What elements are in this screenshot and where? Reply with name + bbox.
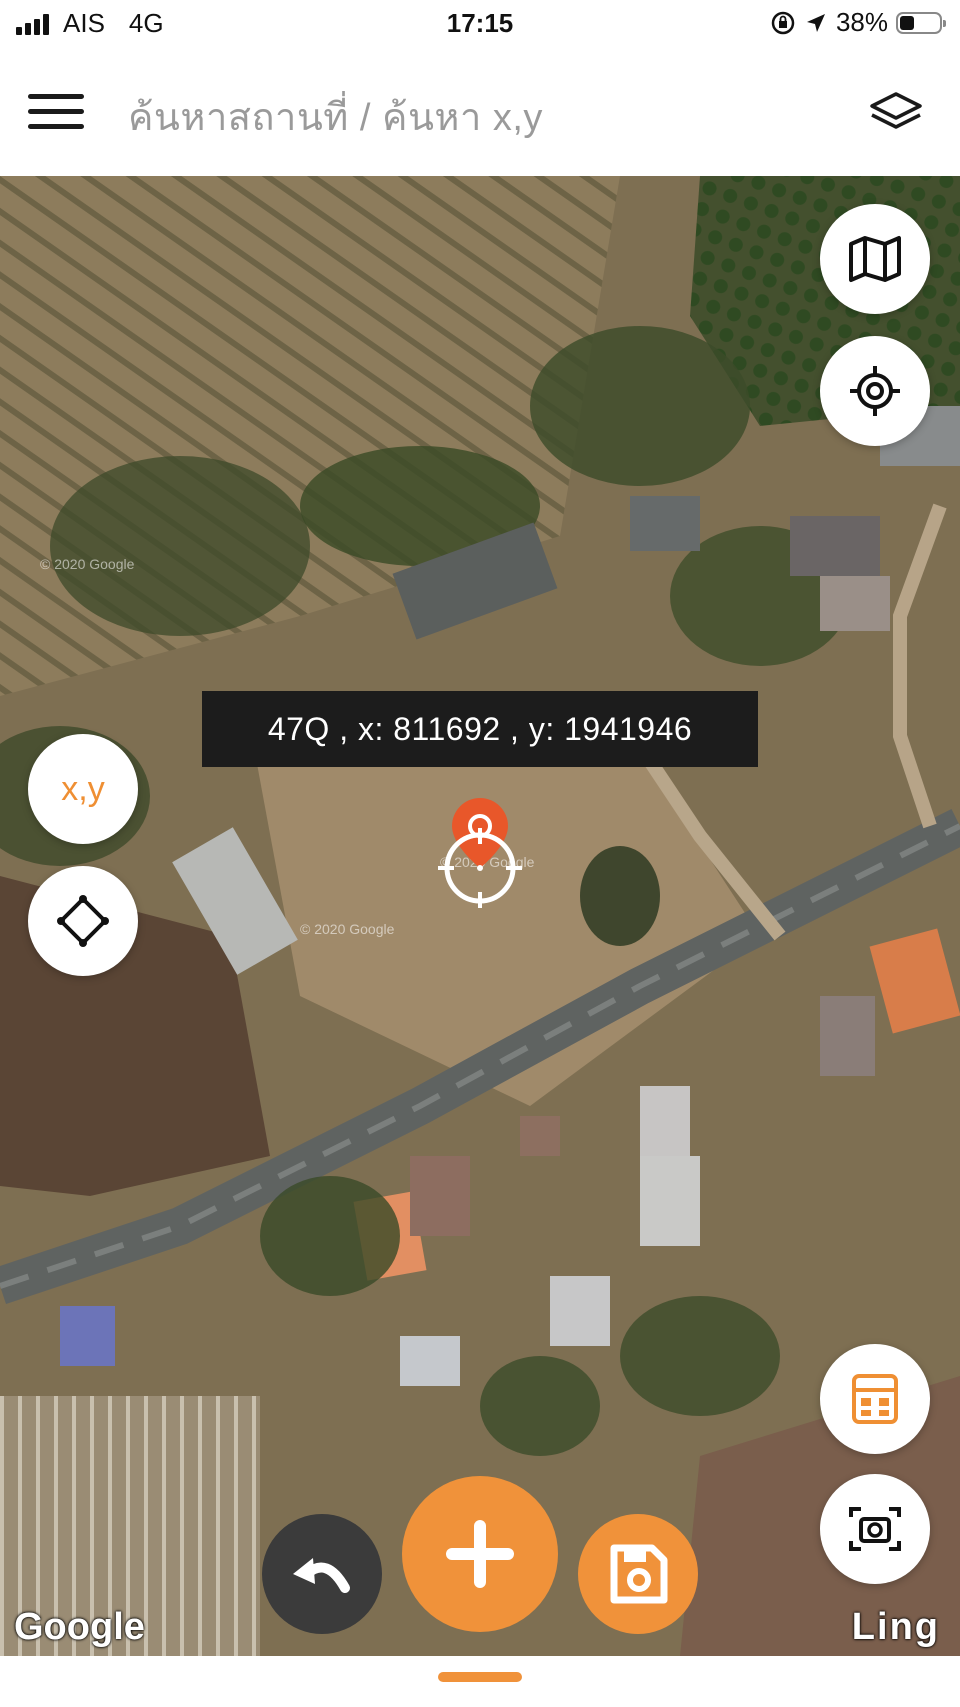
screenshot-button[interactable] bbox=[820, 1474, 930, 1584]
google-logo: Google bbox=[14, 1606, 145, 1648]
polygon-tool-button[interactable] bbox=[28, 866, 138, 976]
bottom-sheet bbox=[0, 1656, 960, 1707]
satellite-map[interactable]: © 2020 Google © 2020 Google © 2020 Googl… bbox=[0, 176, 960, 1656]
map-type-button[interactable] bbox=[820, 204, 930, 314]
save-button[interactable] bbox=[578, 1514, 698, 1634]
status-bar: AIS 4G 17:15 38% bbox=[0, 0, 960, 50]
hamburger-menu-icon[interactable] bbox=[28, 90, 84, 134]
map-watermark: © 2020 Google bbox=[40, 556, 135, 572]
layers-icon[interactable] bbox=[866, 88, 926, 138]
crosshair-icon bbox=[850, 366, 900, 416]
xy-button-label: x,y bbox=[61, 769, 105, 808]
battery-fill bbox=[900, 15, 914, 30]
add-point-button[interactable] bbox=[402, 1476, 558, 1632]
undo-icon bbox=[293, 1558, 350, 1593]
plus-icon bbox=[446, 1520, 514, 1588]
page-title: ค้นหาสถานที่ / ค้นหา x,y bbox=[128, 97, 543, 139]
calculator-icon bbox=[852, 1374, 898, 1424]
rotation-lock-icon bbox=[771, 11, 795, 34]
screenshot-icon bbox=[849, 1507, 901, 1551]
calculator-button[interactable] bbox=[820, 1344, 930, 1454]
location-arrow-icon bbox=[806, 13, 825, 32]
polygon-icon bbox=[57, 895, 109, 947]
map-icon bbox=[849, 236, 901, 282]
brand-logo: Ling bbox=[851, 1606, 940, 1648]
battery-icon bbox=[896, 11, 946, 34]
undo-button[interactable] bbox=[262, 1514, 382, 1634]
map-watermark: © 2020 Google bbox=[300, 921, 395, 937]
xy-search-button[interactable]: x,y bbox=[28, 734, 138, 844]
location-pin-icon[interactable] bbox=[430, 788, 530, 908]
satellite-imagery bbox=[0, 176, 960, 1656]
app-header: ค้นหาสถานที่ / ค้นหา x,y bbox=[0, 50, 960, 177]
sheet-handle[interactable] bbox=[438, 1672, 522, 1682]
status-right: 38% bbox=[770, 7, 946, 38]
battery-percent: 38% bbox=[835, 7, 888, 37]
save-icon bbox=[610, 1544, 668, 1604]
coordinate-readout: 47Q , x: 811692 , y: 1941946 bbox=[202, 691, 758, 767]
my-location-button[interactable] bbox=[820, 336, 930, 446]
